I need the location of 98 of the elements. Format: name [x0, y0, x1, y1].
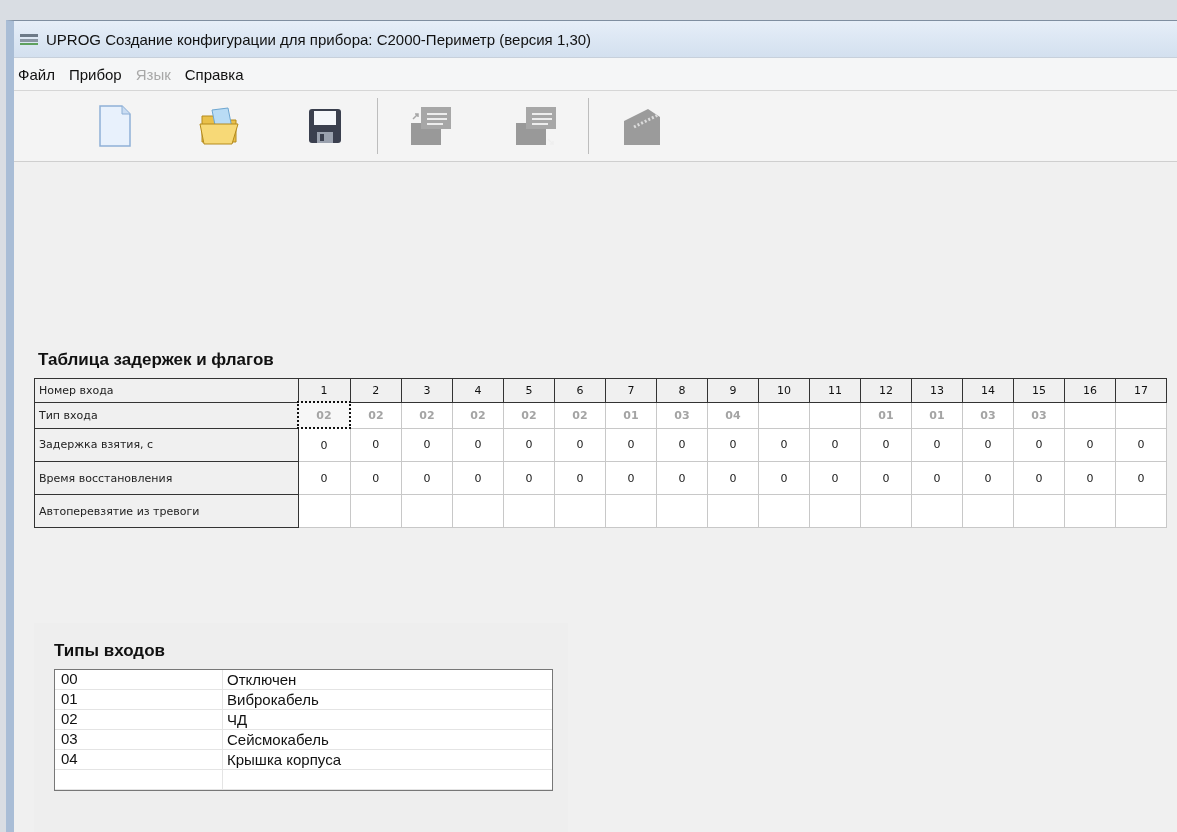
table-cell[interactable]	[860, 494, 912, 528]
table-cell[interactable]: 0	[809, 461, 861, 495]
column-header: 15	[1013, 378, 1065, 402]
checklist-icon	[513, 105, 558, 147]
type-code: 02	[55, 710, 223, 729]
type-code: 04	[55, 750, 223, 769]
table-cell[interactable]: 0	[1064, 461, 1116, 495]
row-header: Задержка взятия, с	[34, 428, 298, 462]
table-cell[interactable]: 0	[605, 461, 657, 495]
table-cell[interactable]: 0	[452, 428, 504, 462]
table-cell[interactable]	[809, 494, 861, 528]
column-header: 10	[758, 378, 810, 402]
table-cell[interactable]	[707, 494, 759, 528]
column-header: 8	[656, 378, 708, 402]
table-cell[interactable]: 0	[758, 461, 810, 495]
column-header: 1	[298, 378, 350, 402]
table-cell[interactable]	[1064, 402, 1116, 428]
table-cell[interactable]: 0	[554, 461, 606, 495]
table-cell[interactable]: 0	[962, 461, 1014, 495]
panel-title: Типы входов	[54, 641, 166, 662]
table-cell[interactable]	[1115, 494, 1167, 528]
table-cell[interactable]	[656, 494, 708, 528]
table-cell[interactable]: 0	[401, 461, 453, 495]
row-header: Автоперевзятие из тревоги	[34, 494, 298, 528]
type-name: Сейсмокабель	[226, 731, 329, 748]
table-cell[interactable]	[809, 402, 861, 428]
table-cell[interactable]: 0	[1064, 428, 1116, 462]
table-cell[interactable]: 0	[860, 461, 912, 495]
table-cell[interactable]: 0	[605, 428, 657, 462]
table-cell[interactable]: 0	[1013, 428, 1065, 462]
column-header: 5	[503, 378, 555, 402]
table-cell[interactable]	[452, 494, 504, 528]
column-header: 9	[707, 378, 759, 402]
column-header: 12	[860, 378, 912, 402]
table-cell[interactable]: 0	[350, 428, 402, 462]
table-cell[interactable]: 0	[1115, 461, 1167, 495]
table-cell[interactable]	[758, 402, 810, 428]
column-header: 16	[1064, 378, 1116, 402]
table-cell[interactable]: 0	[758, 428, 810, 462]
table-cell[interactable]: 0	[911, 461, 963, 495]
table-cell[interactable]: 0	[809, 428, 861, 462]
table-cell[interactable]: 0	[656, 461, 708, 495]
column-header: 2	[350, 378, 402, 402]
menu-item[interactable]: Файл	[18, 65, 55, 83]
type-code: 00	[55, 670, 223, 689]
column-header: 7	[605, 378, 657, 402]
folder-icon	[197, 106, 242, 146]
table-cell[interactable]	[758, 494, 810, 528]
table-cell[interactable]: 0	[401, 428, 453, 462]
column-header: 6	[554, 378, 606, 402]
table-cell[interactable]: 0	[503, 461, 555, 495]
table-cell[interactable]	[503, 494, 555, 528]
table-cell[interactable]	[1115, 402, 1167, 428]
table-cell[interactable]	[911, 494, 963, 528]
column-header: 3	[401, 378, 453, 402]
table-cell[interactable]: 0	[962, 428, 1014, 462]
table-cell[interactable]: 0	[298, 461, 350, 495]
row-header: Время восстановления	[34, 461, 298, 495]
table-cell[interactable]: 0	[911, 428, 963, 462]
column-header: 17	[1115, 378, 1167, 402]
table-title: Таблица задержек и флагов	[37, 350, 275, 371]
table-cell[interactable]	[1064, 494, 1116, 528]
row-header: Номер входа	[34, 378, 298, 402]
type-code: 03	[55, 730, 223, 749]
table-cell[interactable]	[401, 494, 453, 528]
row-header: Тип входа	[34, 402, 298, 428]
type-name: Крышка корпуса	[226, 751, 341, 768]
table-cell[interactable]	[1013, 494, 1065, 528]
table-cell[interactable]: 0	[1013, 461, 1065, 495]
document-icon	[97, 104, 132, 148]
window-title: UPROG Создание конфигурации для прибора: С2000-Периметр (версия 1,30)	[46, 30, 592, 48]
type-name: Виброкабель	[226, 691, 319, 708]
type-code: 01	[55, 690, 223, 709]
table-cell[interactable]	[554, 494, 606, 528]
table-cell[interactable]: 0	[503, 428, 555, 462]
type-name: ЧД	[226, 711, 248, 728]
table-cell[interactable]: 0	[656, 428, 708, 462]
table-cell[interactable]: 0	[1115, 428, 1167, 462]
checklist-icon	[408, 105, 453, 147]
table-cell[interactable]: 0	[350, 461, 402, 495]
table-cell[interactable]	[298, 494, 350, 528]
menu-item[interactable]: Справка	[184, 65, 244, 83]
column-header: 14	[962, 378, 1014, 402]
table-cell[interactable]	[350, 494, 402, 528]
column-header: 11	[809, 378, 861, 402]
column-header: 13	[911, 378, 963, 402]
menu-item[interactable]: Прибор	[68, 65, 122, 83]
column-header: 4	[452, 378, 504, 402]
table-cell[interactable]: 0	[554, 428, 606, 462]
table-cell[interactable]: 0	[860, 428, 912, 462]
table-cell[interactable]: 0	[707, 428, 759, 462]
type-name: Отключен	[226, 671, 297, 688]
app-icon	[20, 33, 38, 45]
table-cell[interactable]	[962, 494, 1014, 528]
table-cell[interactable]	[605, 494, 657, 528]
table-cell[interactable]: 0	[298, 428, 350, 462]
table-cell[interactable]: 0	[452, 461, 504, 495]
table-cell[interactable]: 0	[707, 461, 759, 495]
